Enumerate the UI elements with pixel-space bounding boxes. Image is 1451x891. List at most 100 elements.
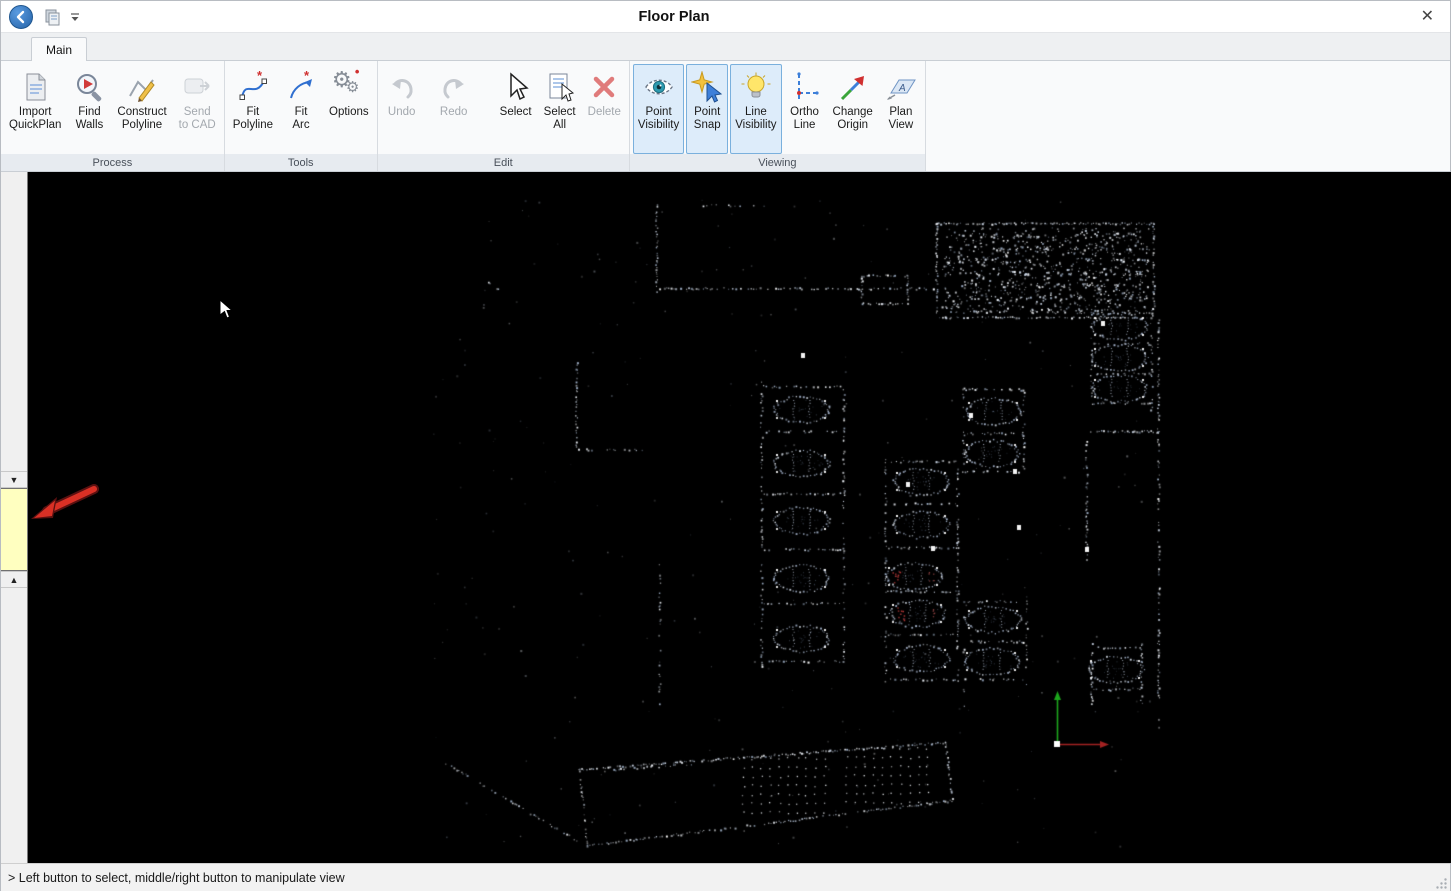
ribbon-button-redo: Redo [433, 64, 475, 154]
group-label-viewing: Viewing [630, 154, 925, 171]
button-label: Ortho [790, 106, 819, 119]
options-gears-icon: ⚙⚙• [332, 68, 366, 106]
button-label: Redo [440, 106, 468, 119]
point-visibility-eye-icon [642, 68, 676, 106]
ribbon-group-tools: * Fit Polyline * Fit Arc [225, 61, 378, 171]
ribbon-empty-area [926, 61, 1450, 171]
change-origin-icon [837, 68, 869, 106]
delete-icon [588, 68, 620, 106]
left-panel-spacer [1, 172, 27, 471]
window-title: Floor Plan [639, 9, 710, 25]
ribbon-button-point-snap[interactable]: Point Snap [686, 64, 728, 154]
redo-icon [438, 68, 470, 106]
panel-scroll-up-button[interactable]: ▲ [1, 571, 27, 588]
application-window: Floor Plan ✕ Main [0, 0, 1451, 891]
button-label: Change [833, 106, 873, 119]
button-label: Polyline [122, 119, 162, 132]
main-area: ▼ ▲ [1, 172, 1450, 863]
button-label: Fit [295, 106, 308, 119]
ribbon-button-point-visibility[interactable]: Point Visibility [633, 64, 684, 154]
button-label: Arc [292, 119, 309, 132]
point-cloud-viewport[interactable] [28, 172, 1451, 863]
plan-view-icon: A [885, 68, 917, 106]
find-walls-icon [73, 68, 105, 106]
button-label: Find [78, 106, 100, 119]
ribbon-button-fit-arc[interactable]: * Fit Arc [280, 64, 322, 154]
construct-polyline-icon [126, 68, 158, 106]
ribbon-button-find-walls[interactable]: Find Walls [68, 64, 110, 154]
ribbon-button-construct-polyline[interactable]: Construct Polyline [112, 64, 171, 154]
back-arrow-icon [14, 10, 28, 24]
button-label: Options [329, 106, 369, 119]
ribbon-button-import-quickplan[interactable]: Import QuickPlan [4, 64, 66, 154]
button-label: Delete [588, 106, 621, 119]
panel-highlight-strip[interactable] [1, 488, 27, 571]
button-label: Polyline [233, 119, 273, 132]
button-label: Plan [889, 106, 912, 119]
button-label: Point [645, 106, 671, 119]
ribbon-button-delete: Delete [583, 64, 626, 154]
button-label: Fit [246, 106, 259, 119]
status-message: > Left button to select, middle/right bu… [8, 871, 345, 885]
ribbon-button-undo: Undo [381, 64, 423, 154]
quick-access-save-icon[interactable] [43, 8, 61, 26]
group-label-process: Process [1, 154, 224, 171]
button-label: Select [500, 106, 532, 119]
ortho-line-icon [789, 68, 821, 106]
button-label: Select [544, 106, 576, 119]
ribbon-button-select[interactable]: Select [495, 64, 537, 154]
group-label-edit: Edit [378, 154, 629, 171]
point-cloud-canvas[interactable] [28, 172, 1451, 863]
ribbon-button-fit-polyline[interactable]: * Fit Polyline [228, 64, 278, 154]
button-label: Snap [694, 119, 721, 132]
tab-main[interactable]: Main [31, 37, 87, 61]
button-label: Visibility [638, 119, 679, 132]
group-label-tools: Tools [225, 154, 377, 171]
button-label: Origin [837, 119, 868, 132]
panel-scroll-down-button[interactable]: ▼ [1, 471, 27, 488]
button-label: to CAD [179, 119, 216, 132]
button-label: Construct [117, 106, 166, 119]
point-snap-icon [691, 68, 723, 106]
ribbon-group-process: Import QuickPlan Find Walls [1, 61, 225, 171]
left-panel-strip: ▼ ▲ [1, 172, 28, 863]
button-label: Point [694, 106, 720, 119]
fit-arc-icon: * [285, 68, 317, 106]
ribbon-button-line-visibility[interactable]: Line Visibility [730, 64, 781, 154]
ribbon-button-change-origin[interactable]: Change Origin [828, 64, 878, 154]
select-all-icon [544, 68, 576, 106]
button-label: Walls [76, 119, 104, 132]
ribbon: Import QuickPlan Find Walls [1, 61, 1450, 172]
close-button[interactable]: ✕ [1421, 7, 1434, 27]
button-label: Import [19, 106, 52, 119]
quick-access-dropdown-icon[interactable] [69, 11, 81, 23]
ribbon-button-options[interactable]: ⚙⚙• Options [324, 64, 374, 154]
ribbon-button-plan-view[interactable]: A Plan View [880, 64, 922, 154]
fit-polyline-icon: * [237, 68, 269, 106]
button-label: All [553, 119, 566, 132]
button-label: Line [794, 119, 816, 132]
button-label: Send [184, 106, 211, 119]
back-button[interactable] [9, 5, 33, 29]
button-label: Visibility [735, 119, 776, 132]
button-label: Undo [388, 106, 416, 119]
ribbon-button-ortho-line[interactable]: Ortho Line [784, 64, 826, 154]
ribbon-tab-strip: Main [1, 33, 1450, 61]
tab-main-label: Main [46, 43, 72, 57]
import-quickplan-icon [19, 68, 51, 106]
title-bar: Floor Plan ✕ [1, 1, 1450, 33]
select-cursor-icon [500, 68, 532, 106]
ribbon-group-edit: Undo Redo [378, 61, 630, 171]
button-label: QuickPlan [9, 119, 61, 132]
send-to-cad-icon [181, 68, 213, 106]
button-label: View [888, 119, 913, 132]
svg-text:A: A [898, 83, 906, 94]
ribbon-button-send-to-cad: Send to CAD [174, 64, 221, 154]
undo-icon [386, 68, 418, 106]
button-label: Line [745, 106, 767, 119]
ribbon-button-select-all[interactable]: Select All [539, 64, 581, 154]
line-visibility-bulb-icon [740, 68, 772, 106]
resize-grip[interactable] [1435, 877, 1448, 890]
ribbon-group-viewing: Point Visibility Point Snap [630, 61, 926, 171]
status-bar: > Left button to select, middle/right bu… [1, 863, 1450, 891]
